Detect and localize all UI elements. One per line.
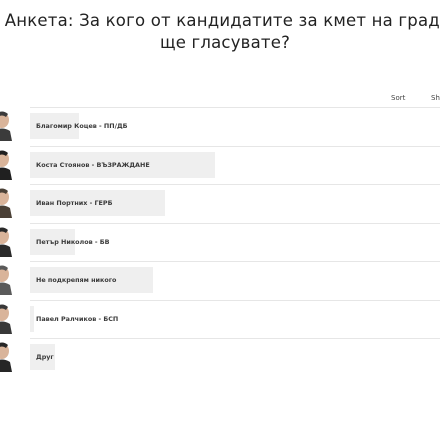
option-label: Павел Ралчиков - БСП [36, 314, 119, 323]
result-bar [30, 305, 35, 332]
option-divider [30, 261, 440, 262]
candidate-photo-icon [0, 227, 14, 257]
option-label: Благомир Коцев - ПП/ДБ [36, 122, 128, 130]
poll-option[interactable]: Друг [0, 342, 440, 372]
poll-title: - Анкета: За кого от кандидатите за кмет… [0, 11, 440, 52]
poll-option[interactable]: Не подкрепям никого [0, 265, 440, 295]
poll-option[interactable]: Петър Николов - БВ [0, 227, 440, 257]
option-label: Коста Стоянов - ВЪЗРАЖДАНЕ [36, 160, 150, 169]
option-divider [30, 107, 440, 108]
candidate-photo-icon [0, 265, 14, 295]
option-divider [30, 338, 440, 339]
poll-option[interactable]: Иван Портних - ГЕРБ [0, 188, 440, 218]
poll-option[interactable]: Павел Ралчиков - БСП [0, 304, 440, 334]
option-divider [30, 299, 440, 301]
poll-option[interactable]: Коста Стоянов - ВЪЗРАЖДАНЕ [0, 150, 440, 180]
candidate-photo-icon [0, 342, 14, 372]
sort-controls: Sort Sh [0, 94, 440, 106]
option-divider [30, 145, 440, 147]
sort-by-button[interactable]: Sh [431, 94, 440, 102]
option-label: Друг [36, 353, 54, 361]
poll-option[interactable]: Благомир Коцев - ПП/ДБ [0, 111, 440, 141]
sort-button[interactable]: Sort [391, 94, 405, 102]
option-label: Иван Портних - ГЕРБ [36, 199, 113, 207]
option-label: Не подкрепям никого [36, 276, 117, 284]
candidate-photo-icon [0, 304, 14, 334]
option-label: Петър Николов - БВ [36, 237, 110, 246]
option-divider [30, 222, 440, 224]
candidate-photo-icon [0, 111, 14, 141]
candidate-photo-icon [0, 150, 14, 180]
option-divider [30, 184, 440, 185]
candidate-photo-icon [0, 188, 14, 218]
